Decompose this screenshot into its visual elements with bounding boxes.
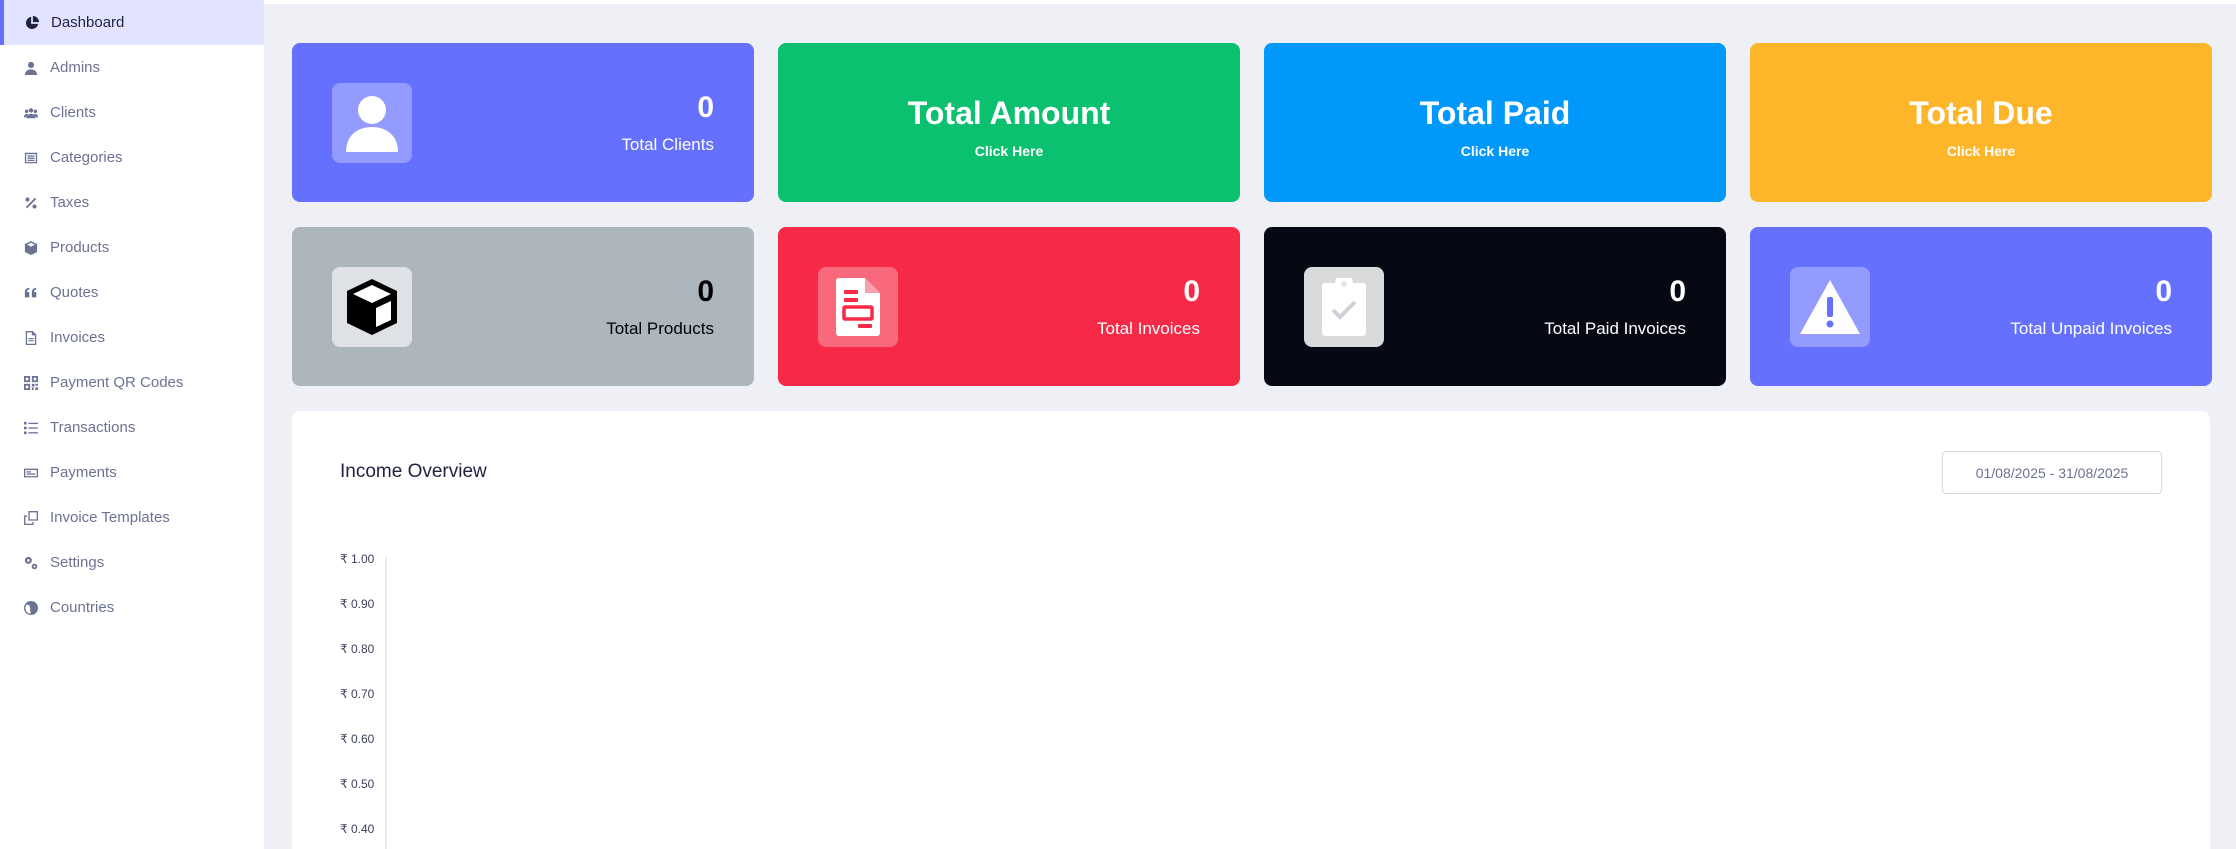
sidebar-item-label: Transactions: [50, 419, 136, 436]
sidebar-item-label: Quotes: [50, 284, 99, 301]
y-tick-label: ₹ 0.90: [340, 597, 375, 611]
total-unpaid-invoices-card[interactable]: 0 Total Unpaid Invoices: [1750, 227, 2212, 386]
y-tick-label: ₹ 0.70: [340, 687, 375, 701]
sidebar-item-clients[interactable]: Clients: [0, 90, 264, 135]
total-due-link[interactable]: Click Here: [1750, 143, 2212, 159]
total-unpaid-invoices-value: 0: [2155, 275, 2172, 308]
sidebar-item-label: Invoices: [50, 329, 106, 346]
money-check-icon: [24, 466, 38, 480]
total-amount-link[interactable]: Click Here: [778, 143, 1240, 159]
income-overview-panel: Income Overview 01/08/2025 - 31/08/2025 …: [292, 411, 2210, 849]
sidebar-item-label: Payment QR Codes: [50, 374, 184, 391]
sidebar-item-payment-qr-codes[interactable]: Payment QR Codes: [0, 360, 264, 405]
income-overview-title: Income Overview: [340, 461, 487, 482]
total-invoices-label: Total Invoices: [1097, 319, 1200, 338]
total-unpaid-invoices-label: Total Unpaid Invoices: [2010, 319, 2172, 338]
copy-icon: [24, 510, 38, 525]
y-tick-label: ₹ 0.80: [340, 642, 375, 656]
warning-triangle-icon: [1790, 267, 1870, 347]
quote-icon: [24, 286, 38, 300]
sidebar-item-label: Countries: [50, 599, 115, 616]
total-amount-title: Total Amount: [907, 95, 1111, 131]
total-paid-invoices-label: Total Paid Invoices: [1544, 319, 1686, 338]
sidebar-item-label: Admins: [50, 59, 101, 76]
list-ol-icon: [24, 421, 38, 435]
sidebar-item-transactions[interactable]: Transactions: [0, 405, 264, 450]
y-tick-label: ₹ 0.50: [340, 777, 375, 791]
total-invoices-card[interactable]: 0 Total Invoices: [778, 227, 1240, 386]
sidebar-item-countries[interactable]: Countries: [0, 585, 264, 630]
total-paid-card[interactable]: Total Paid Click Here: [1264, 43, 1726, 202]
percent-icon: [24, 196, 38, 210]
sidebar-item-admins[interactable]: Admins: [0, 45, 264, 90]
cubes-icon: [24, 240, 38, 255]
sidebar-item-categories[interactable]: Categories: [0, 135, 264, 180]
user-icon: [24, 61, 38, 75]
income-chart: ₹ 1.00 ₹ 0.90 ₹ 0.80 ₹ 0.70 ₹ 0.60 ₹ 0.50 ₹ 0.…: [340, 552, 387, 849]
sidebar-item-invoice-templates[interactable]: Invoice Templates: [0, 495, 264, 540]
date-range-picker[interactable]: 01/08/2025 - 31/08/2025: [1942, 451, 2162, 494]
sidebar-item-label: Invoice Templates: [50, 509, 170, 526]
sidebar-item-dashboard[interactable]: Dashboard: [0, 0, 264, 45]
sidebar-item-label: Dashboard: [51, 14, 125, 31]
sidebar-item-quotes[interactable]: Quotes: [0, 270, 264, 315]
sidebar-item-settings[interactable]: Settings: [0, 540, 264, 585]
total-clients-card[interactable]: 0 Total Clients: [292, 43, 754, 202]
users-icon: [24, 106, 38, 120]
total-paid-link[interactable]: Click Here: [1264, 143, 1726, 159]
list-alt-icon: [24, 151, 38, 165]
total-due-card[interactable]: Total Due Click Here: [1750, 43, 2212, 202]
user-icon: [332, 83, 412, 163]
sidebar-item-invoices[interactable]: Invoices: [0, 315, 264, 360]
sidebar-item-products[interactable]: Products: [0, 225, 264, 270]
y-tick-label: ₹ 1.00: [340, 552, 375, 566]
sidebar-item-taxes[interactable]: Taxes: [0, 180, 264, 225]
y-tick-label: ₹ 0.60: [340, 732, 375, 746]
sidebar-item-payments[interactable]: Payments: [0, 450, 264, 495]
sidebar-item-label: Products: [50, 239, 110, 256]
total-products-label: Total Products: [606, 319, 714, 338]
total-paid-title: Total Paid: [1419, 95, 1571, 131]
total-amount-card[interactable]: Total Amount Click Here: [778, 43, 1240, 202]
sidebar-item-label: Clients: [50, 104, 96, 121]
cube-icon: [332, 267, 412, 347]
globe-icon: [24, 600, 38, 615]
sidebar-item-label: Settings: [50, 554, 105, 571]
y-tick-label: ₹ 0.40: [340, 822, 375, 836]
main-content: 0 Total Clients Total Amount Click Here …: [264, 0, 2236, 849]
total-products-value: 0: [697, 275, 714, 308]
qr-code-icon: [24, 375, 38, 390]
total-paid-invoices-value: 0: [1669, 275, 1686, 308]
sidebar: Dashboard Admins Clients Categories Taxe…: [0, 0, 264, 849]
chart-pie-icon: [25, 15, 39, 30]
sidebar-item-label: Taxes: [50, 194, 90, 211]
total-paid-invoices-card[interactable]: 0 Total Paid Invoices: [1264, 227, 1726, 386]
total-clients-label: Total Clients: [621, 135, 714, 154]
sidebar-item-label: Categories: [50, 149, 123, 166]
sidebar-item-label: Payments: [50, 464, 117, 481]
clipboard-check-icon: [1304, 267, 1384, 347]
invoice-file-icon: [818, 267, 898, 347]
cogs-icon: [24, 556, 38, 570]
file-icon: [24, 330, 38, 345]
total-clients-value: 0: [697, 91, 714, 124]
total-due-title: Total Due: [1909, 95, 2053, 131]
total-products-card[interactable]: 0 Total Products: [292, 227, 754, 386]
total-invoices-value: 0: [1183, 275, 1200, 308]
